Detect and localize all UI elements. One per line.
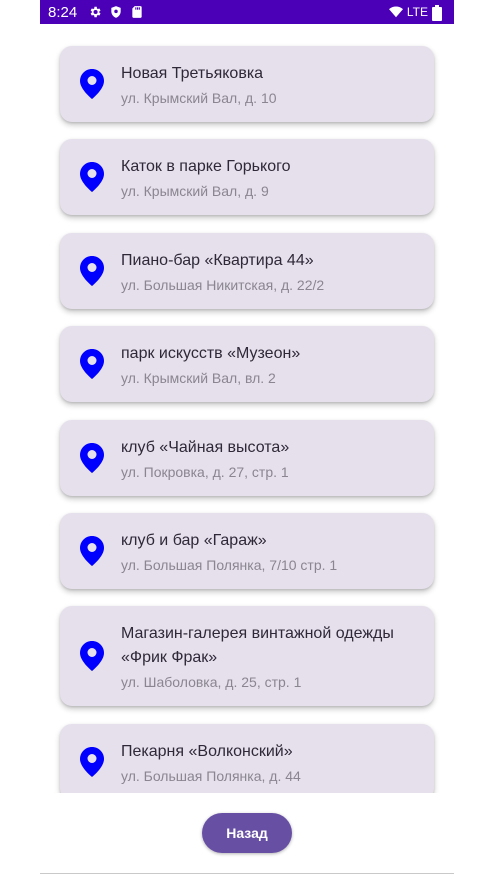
- place-address: ул. Большая Никитская, д. 22/2: [121, 277, 325, 293]
- bottom-area: Назад: [40, 793, 454, 874]
- place-address: ул. Крымский Вал, д. 9: [121, 183, 269, 199]
- place-address: ул. Крымский Вал, вл. 2: [121, 370, 276, 386]
- place-title: клуб «Чайная высота»: [121, 439, 290, 456]
- place-card[interactable]: Каток в парке Горького ул. Крымский Вал, …: [60, 139, 434, 215]
- place-text: Новая Третьяковка ул. Крымский Вал, д. 10: [121, 62, 420, 108]
- location-pin-icon: [80, 162, 104, 192]
- place-card[interactable]: Новая Третьяковка ул. Крымский Вал, д. 10: [60, 46, 434, 122]
- network-type: LTE: [406, 5, 428, 19]
- place-text: Пекарня «Волконский» ул. Большая Полянка,…: [121, 740, 420, 786]
- place-card[interactable]: парк искусств «Музеон» ул. Крымский Вал, …: [60, 326, 434, 402]
- place-text: парк искусств «Музеон» ул. Крымский Вал, …: [121, 342, 420, 388]
- battery-icon: [432, 5, 446, 21]
- place-address: ул. Крымский Вал, д. 10: [121, 90, 277, 106]
- place-card[interactable]: Магазин-галерея винтажной одежды «Фрик Ф…: [60, 606, 434, 706]
- wifi-icon: [388, 5, 403, 19]
- place-text: клуб «Чайная высота» ул. Покровка, д. 27,…: [121, 436, 420, 482]
- place-title: Каток в парке Горького: [121, 158, 291, 175]
- place-text: Пиано-бар «Квартира 44» ул. Большая Никит…: [121, 249, 420, 295]
- place-title: клуб и бар «Гараж»: [121, 532, 267, 549]
- location-pin-icon: [80, 443, 104, 473]
- place-title: Магазин-галерея винтажной одежды «Фрик Ф…: [121, 625, 394, 666]
- place-address: ул. Шаболовка, д. 25, стр. 1: [121, 674, 302, 690]
- back-button[interactable]: Назад: [202, 813, 292, 853]
- place-card[interactable]: клуб и бар «Гараж» ул. Большая Полянка, 7…: [60, 513, 434, 589]
- place-title: Новая Третьяковка: [121, 65, 264, 82]
- location-pin-icon: [80, 536, 104, 566]
- location-pin-icon: [80, 349, 104, 379]
- location-pin-icon: [80, 747, 104, 777]
- gear-icon: [88, 5, 102, 19]
- location-pin-icon: [80, 69, 104, 99]
- location-pin-icon: [80, 641, 104, 671]
- status-time: 8:24: [48, 3, 78, 21]
- place-text: Каток в парке Горького ул. Крымский Вал, …: [121, 155, 420, 201]
- location-pin-icon: [80, 256, 104, 286]
- place-text: Магазин-галерея винтажной одежды «Фрик Ф…: [121, 622, 420, 692]
- status-bar: 8:24 LTE: [40, 0, 454, 24]
- place-address: ул. Покровка, д. 27, стр. 1: [121, 464, 289, 480]
- place-text: клуб и бар «Гараж» ул. Большая Полянка, 7…: [121, 529, 420, 575]
- place-address: ул. Большая Полянка, 7/10 стр. 1: [121, 557, 338, 573]
- place-card[interactable]: Пекарня «Волконский» ул. Большая Полянка,…: [60, 724, 434, 793]
- shield-icon: [109, 5, 123, 19]
- places-list[interactable]: Новая Третьяковка ул. Крымский Вал, д. 10…: [40, 24, 454, 793]
- place-card[interactable]: клуб «Чайная высота» ул. Покровка, д. 27,…: [60, 420, 434, 496]
- place-title: парк искусств «Музеон»: [121, 345, 301, 362]
- phone-screen: 8:24 LTE Новая Третьяковка ул. Крымский В…: [40, 0, 454, 874]
- sd-card-icon: [130, 5, 144, 19]
- place-card[interactable]: Пиано-бар «Квартира 44» ул. Большая Никит…: [60, 233, 434, 309]
- place-title: Пиано-бар «Квартира 44»: [121, 252, 314, 269]
- place-address: ул. Большая Полянка, д. 44: [121, 768, 301, 784]
- place-title: Пекарня «Волконский»: [121, 743, 293, 760]
